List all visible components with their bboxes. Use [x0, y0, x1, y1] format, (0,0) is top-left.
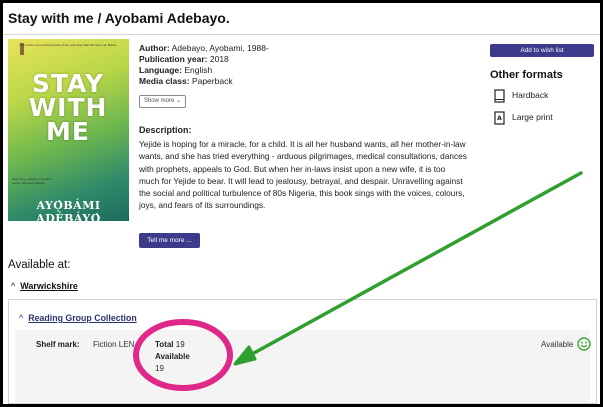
annotation-overlay: [133, 171, 583, 391]
pointer-arrowhead: [233, 345, 257, 366]
catalogue-page: Stay with me / Ayobami Adebayo. One of t…: [3, 3, 600, 404]
pointer-arrow-line: [241, 171, 583, 361]
highlight-circle: [133, 319, 233, 391]
